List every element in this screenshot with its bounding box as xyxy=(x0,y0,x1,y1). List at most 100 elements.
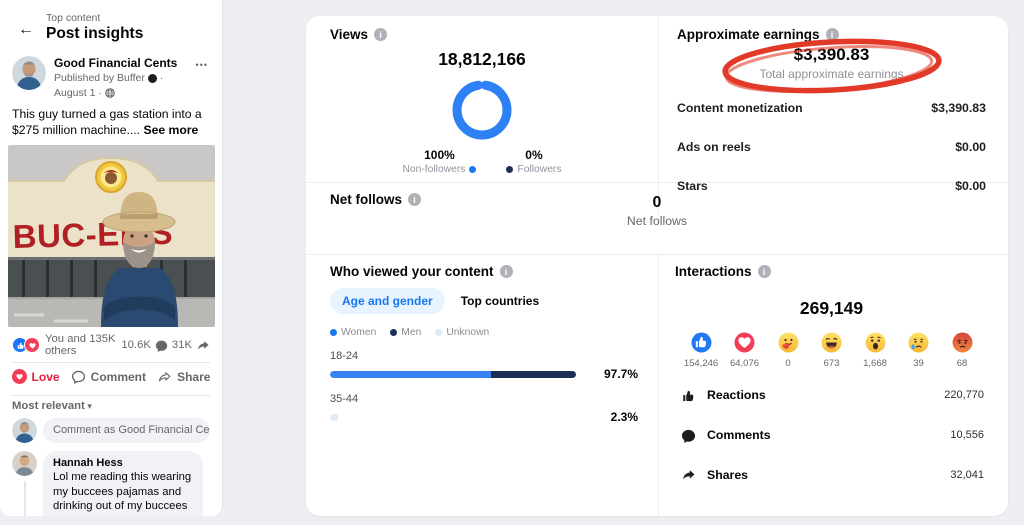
back-arrow-icon[interactable] xyxy=(16,20,36,40)
globe-icon xyxy=(105,88,115,98)
nonfollowers-dot-icon xyxy=(469,166,476,173)
comments-row: Comments 10,556 xyxy=(681,426,984,444)
earnings-subtitle: Total approximate earnings xyxy=(677,67,986,81)
interactions-info-icon[interactable] xyxy=(758,265,771,278)
share-count[interactable]: 31K xyxy=(172,339,192,351)
earnings-total: $3,390.83 xyxy=(677,45,986,65)
thread-line xyxy=(24,481,26,516)
earnings-row: Ads on reels$0.00 xyxy=(677,138,986,156)
wow-reaction-icon xyxy=(865,332,886,353)
share-filled-icon xyxy=(681,468,696,482)
sad-reaction-icon xyxy=(908,332,929,353)
net-follows-label: Net follows xyxy=(306,214,1008,228)
angry-reaction-icon xyxy=(952,332,973,353)
unknown-bar-segment xyxy=(330,414,338,421)
love-summary-icon xyxy=(24,337,40,353)
interactions-title: Interactions xyxy=(675,264,752,279)
composer-avatar xyxy=(12,418,37,443)
interactions-total: 269,149 xyxy=(675,298,988,319)
post-text: This guy turned a gas station into a $27… xyxy=(0,106,222,138)
commenter-avatar[interactable] xyxy=(12,451,37,476)
comment-composer-input[interactable]: Comment as Good Financial Cents xyxy=(43,418,210,443)
divider xyxy=(12,395,210,396)
tab-age-and-gender[interactable]: Age and gender xyxy=(330,288,445,314)
nonfollowers-stat: 100% Non-followers xyxy=(402,148,476,175)
audience-title: Who viewed your content xyxy=(330,264,494,279)
sad-reaction: 39 xyxy=(901,332,937,369)
net-follows-section: Net follows 0 Net follows xyxy=(306,183,1008,255)
love-button[interactable]: Love xyxy=(12,369,60,384)
care-reaction-icon xyxy=(778,332,799,353)
bar-track xyxy=(330,414,586,421)
buffer-badge-icon xyxy=(148,74,157,83)
like-reaction-icon xyxy=(691,332,712,353)
post-more-icon[interactable] xyxy=(196,60,208,70)
share-arrow-icon xyxy=(196,339,210,352)
angry-reaction: 68 xyxy=(944,332,980,369)
reactions-row: Reactions 220,770 xyxy=(681,386,984,404)
views-title: Views xyxy=(330,27,368,42)
earnings-title: Approximate earnings xyxy=(677,27,820,42)
net-follows-title: Net follows xyxy=(330,192,402,207)
comment-composer: Comment as Good Financial Cents xyxy=(0,418,222,443)
post-preview-sidebar: Top content Post insights Good Financial… xyxy=(0,0,223,516)
tab-top-countries[interactable]: Top countries xyxy=(461,294,539,308)
unknown-dot-icon xyxy=(435,329,442,336)
share-button[interactable]: Share xyxy=(157,370,210,384)
reaction-summary: You and 135K others 10.6K 31K xyxy=(0,333,222,357)
like-reaction: 154,246 xyxy=(683,332,719,369)
post-author-name[interactable]: Good Financial Cents xyxy=(54,56,184,70)
comment-button[interactable]: Comment xyxy=(71,369,146,384)
commenter-name[interactable]: Hannah Hess xyxy=(53,457,193,469)
love-icon xyxy=(12,369,27,384)
comment-bubble-icon xyxy=(155,339,168,352)
men-bar-segment xyxy=(491,371,575,378)
share-outline-icon xyxy=(157,370,172,384)
followers-stat: 0% Followers xyxy=(506,148,561,175)
earnings-hero: $3,390.83 Total approximate earnings xyxy=(677,45,986,87)
bar-track xyxy=(330,371,586,378)
reaction-breakdown: 154,246 64,076 xyxy=(675,332,988,369)
haha-reaction-icon xyxy=(821,332,842,353)
comment-bubble: Hannah Hess Lol me reading this wearing … xyxy=(43,451,203,516)
love-reaction: 64,076 xyxy=(727,332,763,369)
men-dot-icon xyxy=(390,329,397,336)
comment-outline-icon xyxy=(71,369,86,384)
net-follows-info-icon[interactable] xyxy=(408,193,421,206)
sidebar-header: Top content Post insights xyxy=(0,12,222,43)
comment-text: Lol me reading this wearing my buccees p… xyxy=(53,470,193,516)
author-avatar[interactable] xyxy=(12,56,46,90)
post-meta: Published by Buffer · August 1 · xyxy=(54,72,184,99)
age-bar-35-44: 35-44 2.3% xyxy=(330,393,638,424)
post-header: Good Financial Cents Published by Buffer… xyxy=(0,56,222,99)
bar-value: 97.7% xyxy=(586,367,638,381)
post-action-bar: Love Comment Share xyxy=(0,363,222,390)
insights-panel: Views 18,812,166 100% Non-followers 0% xyxy=(306,16,1008,516)
views-donut-chart xyxy=(451,79,513,141)
audience-legend: Women Men Unknown xyxy=(330,327,638,338)
comment-item: Hannah Hess Lol me reading this wearing … xyxy=(0,451,222,516)
bar-value: 2.3% xyxy=(586,410,638,424)
earnings-row: Content monetization$3,390.83 xyxy=(677,99,986,117)
comment-count[interactable]: 10.6K xyxy=(121,339,151,351)
post-insights-page: Top content Post insights Good Financial… xyxy=(0,0,1024,525)
wow-reaction: 1,668 xyxy=(857,332,893,369)
post-photo[interactable]: BUC-EE'S xyxy=(8,145,215,327)
earnings-info-icon[interactable] xyxy=(826,28,839,41)
age-bar-18-24: 18-24 97.7% xyxy=(330,350,638,381)
followers-dot-icon xyxy=(506,166,513,173)
audience-info-icon[interactable] xyxy=(500,265,513,278)
audience-section: Who viewed your content Age and gender T… xyxy=(306,255,658,516)
haha-reaction: 673 xyxy=(814,332,850,369)
sort-dropdown[interactable]: Most relevant xyxy=(0,400,222,412)
views-info-icon[interactable] xyxy=(374,28,387,41)
love-reaction-icon xyxy=(734,332,755,353)
page-title: Post insights xyxy=(46,25,143,43)
liked-by-text[interactable]: You and 135K others xyxy=(45,333,121,357)
see-more-link[interactable]: See more xyxy=(143,123,198,137)
interactions-section: Interactions 269,149 154,246 xyxy=(658,255,1008,516)
shares-row: Shares 32,041 xyxy=(681,466,984,484)
women-dot-icon xyxy=(330,329,337,336)
speech-bubble-icon xyxy=(681,428,696,443)
thumb-icon xyxy=(681,388,696,403)
